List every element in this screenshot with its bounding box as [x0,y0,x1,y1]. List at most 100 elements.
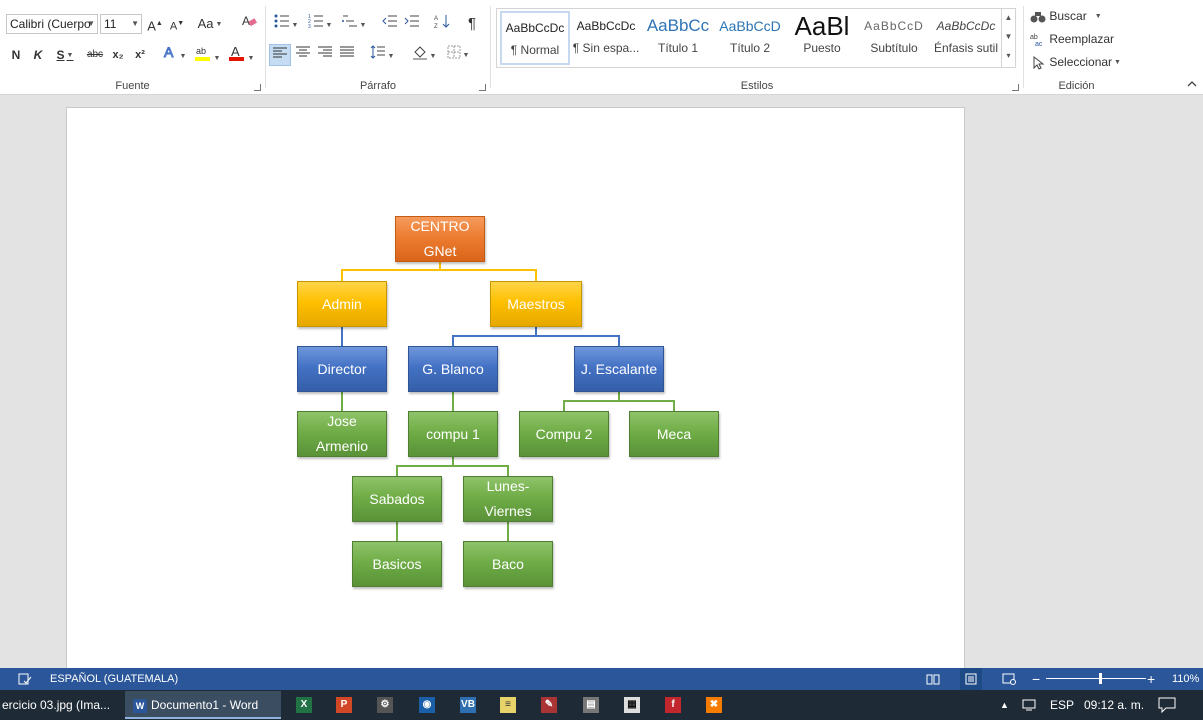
input-language[interactable]: ESP [1050,691,1076,719]
tools-icon[interactable]: ⚙ [377,697,393,713]
justify-icon [340,46,354,57]
chevron-down-icon: ▼ [291,21,299,29]
dvd-icon[interactable]: ◉ [419,697,435,713]
org-node-meca[interactable]: Meca [629,411,719,457]
org-node-baco[interactable]: Baco [463,541,553,587]
line-spacing-button[interactable]: ▼ [366,44,398,66]
multilevel-list-button[interactable]: ▼ [338,13,370,35]
zoom-slider[interactable] [1046,668,1146,690]
bold-button[interactable]: N [6,44,26,66]
strikethrough-button[interactable]: abc [84,44,106,66]
org-node-sabados[interactable]: Sabados [352,476,442,522]
network-icon[interactable] [1022,691,1042,719]
styles-dialog-launcher[interactable] [1012,84,1019,91]
clear-formatting-button[interactable]: A [238,13,260,35]
xampp-icon[interactable]: ✖ [706,697,722,713]
zoom-level[interactable]: 110% [1172,668,1199,690]
strikethrough-label: abc [86,49,104,60]
paint-bucket-icon [412,46,427,60]
font-color-button[interactable]: A ▼ [226,44,256,66]
font-size-combo[interactable]: 11 ▼ [100,14,142,34]
flash-icon[interactable]: f [665,697,681,713]
sort-button[interactable]: AZ [432,13,452,35]
org-node-label: G. Blanco [422,360,484,377]
subscript-label: x₂ [112,49,124,61]
numbering-button[interactable]: 1 2 3 ▼ [304,13,336,35]
org-node-maestros[interactable]: Maestros [490,281,582,327]
superscript-button[interactable]: x² [130,44,150,66]
network-icon [1022,699,1036,711]
bullets-button[interactable]: ▼ [270,13,302,35]
org-node-label: J. Escalante [580,360,658,377]
svg-text:ab: ab [1030,34,1038,41]
zoom-out-button[interactable]: − [1032,668,1042,690]
web-layout-button[interactable] [1002,668,1018,690]
org-node-jose[interactable]: Jose Armenio [297,411,387,457]
taskbar-item-word[interactable]: W Documento1 - Word [125,691,281,719]
read-mode-button[interactable] [926,668,942,690]
paragraph-dialog-launcher[interactable] [479,84,486,91]
align-left-button[interactable] [269,44,291,66]
org-node-gblanco[interactable]: G. Blanco [408,346,498,392]
proofing-icon[interactable] [18,668,34,690]
justify-button[interactable] [336,44,358,66]
italic-label: K [33,48,43,62]
visual-basic-icon[interactable]: VB [460,697,476,713]
print-layout-button[interactable] [960,668,982,690]
qr-icon[interactable]: ▦ [624,697,640,713]
borders-button[interactable]: ▼ [442,44,474,66]
document-page[interactable]: CENTRO GNet Admin Maestros Director G. B… [66,107,965,707]
chevron-down-icon: ▼ [87,19,95,28]
grow-font-button[interactable]: A▲ [146,13,164,35]
decrease-indent-button[interactable] [380,13,400,35]
org-node-admin[interactable]: Admin [297,281,387,327]
org-node-label: Admin [322,295,362,312]
org-node-basicos[interactable]: Basicos [352,541,442,587]
text-effects-button[interactable]: A ▼ [160,44,188,66]
powerpoint-icon[interactable]: P [336,697,352,713]
shrink-font-button[interactable]: A▼ [168,13,186,35]
font-name-combo[interactable]: Calibri (Cuerpo ▼ [6,14,98,34]
shading-button[interactable]: ▼ [408,44,440,66]
connector [452,326,620,347]
align-center-icon [296,46,310,57]
org-node-compu1[interactable]: compu 1 [408,411,498,457]
subscript-button[interactable]: x₂ [108,44,128,66]
svg-text:ab: ab [196,46,206,56]
org-node-director[interactable]: Director [297,346,387,392]
svg-text:A: A [434,16,438,22]
underline-button[interactable]: S ▼ [50,44,80,66]
italic-button[interactable]: K [28,44,48,66]
document-area: CENTRO GNet Admin Maestros Director G. B… [0,96,1203,707]
editing-group-label: Edición [1058,80,1095,92]
org-node-compu2[interactable]: Compu 2 [519,411,609,457]
taskbar-item-image-viewer[interactable]: ercicio 03.jpg (Ima... [0,691,120,719]
clock[interactable]: 09:12 a. m. [1084,691,1148,719]
font-dialog-launcher[interactable] [254,84,261,91]
show-formatting-button[interactable]: ¶ [462,13,482,35]
database-icon[interactable]: ▤ [583,697,599,713]
pen-icon[interactable]: ✎ [541,697,557,713]
align-right-button[interactable] [314,44,336,66]
zoom-in-button[interactable]: + [1147,668,1157,690]
language-indicator[interactable]: ESPAÑOL (GUATEMALA) [50,668,178,690]
org-node-label: compu 1 [426,425,480,442]
excel-icon[interactable]: X [296,697,312,713]
show-hidden-icons[interactable]: ▲ [1000,691,1014,719]
zoom-slider-thumb[interactable] [1099,673,1102,684]
highlight-button[interactable]: ab ▼ [192,44,222,66]
increase-indent-button[interactable] [402,13,422,35]
replace-button[interactable]: ab ac Reemplazar [1030,28,1125,50]
org-node-jescalante[interactable]: J. Escalante [574,346,664,392]
select-button[interactable]: Seleccionar ▼ [1030,51,1125,73]
notifications-icon[interactable] [1158,691,1182,719]
align-center-button[interactable] [292,44,314,66]
change-case-button[interactable]: Aa ▼ [194,13,226,35]
org-node-lunes-viernes[interactable]: Lunes-Viernes [463,476,553,522]
collapse-ribbon-button[interactable] [1184,76,1200,92]
eraser-icon: A [242,14,257,28]
find-button[interactable]: Buscar ▼ [1030,5,1125,27]
org-node-centro[interactable]: CENTRO GNet [395,216,485,262]
notepad-icon[interactable]: ≡ [500,697,516,713]
pilcrow-icon: ¶ [467,15,477,32]
